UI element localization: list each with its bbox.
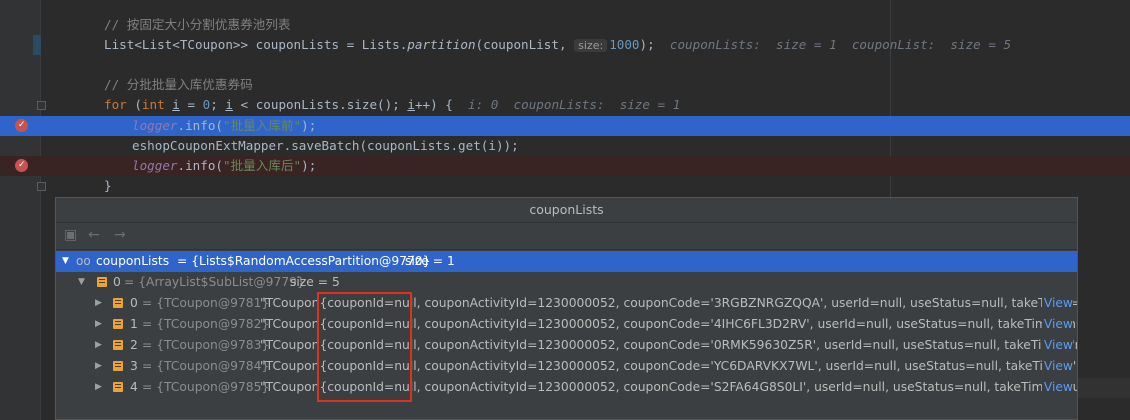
variable-name: couponLists [96, 254, 170, 268]
item-index: 3 [130, 359, 138, 373]
gutter-separator [40, 0, 41, 420]
item-ref: = {TCoupon@9784} [142, 359, 270, 373]
code-text: logger.info("批量入库前"); [132, 116, 316, 136]
field-logger: logger [132, 118, 178, 133]
keyword-int: int [141, 97, 165, 112]
code-line-comment-1[interactable]: // 按固定大小分割优惠券池列表 [0, 15, 1130, 35]
expand-arrow-icon[interactable]: ▼ [78, 272, 85, 293]
view-link[interactable]: View [1041, 314, 1073, 335]
inline-debug-value: i: 0 couponLists: size = 1 [468, 97, 681, 112]
item-ref: = {TCoupon@9783} [142, 338, 270, 352]
code-text: List<List<TCoupon>> couponLists = Lists.… [104, 35, 1011, 55]
tree-row-item[interactable]: ▶ 3 = {TCoupon@9784} "TCoupon{couponId=null… [56, 356, 1077, 377]
comment-text: // 按固定大小分割优惠券池列表 [104, 17, 291, 32]
object-icon [113, 340, 123, 350]
array-icon [97, 277, 107, 287]
item-index: 0 [130, 296, 138, 310]
collapse-arrow-icon[interactable]: ▶ [95, 356, 102, 377]
tree-row-child[interactable]: ▼ 0 = {ArrayList$SubList@9779} size = 5 [56, 272, 1077, 293]
breakpoint-icon[interactable]: ✓ [15, 159, 28, 172]
editor-background-strip [1078, 378, 1130, 398]
object-icon [113, 382, 123, 392]
variable-value: = {Lists$RandomAccessPartition@9770} [177, 254, 431, 268]
code-text: for (int i = 0; i < couponLists.size(); … [104, 95, 680, 115]
method-call: .info( [177, 118, 224, 133]
code-line-for[interactable]: for (int i = 0; i < couponLists.size(); … [0, 95, 1130, 115]
code-text: logger.info("批量入库后"); [132, 156, 316, 176]
child-size: size = 5 [290, 275, 340, 289]
view-link[interactable]: View [1041, 293, 1073, 314]
close-paren: ); [639, 37, 655, 52]
popup-title: couponLists [56, 198, 1077, 223]
type-declaration: List<List<TCoupon>> couponLists = Lists. [104, 37, 408, 52]
keyword-for: for [104, 97, 127, 112]
child-index: 0 [113, 275, 121, 289]
view-link[interactable]: View [1041, 335, 1073, 356]
item-ref: = {TCoupon@9782} [142, 317, 270, 331]
collapse-arrow-icon[interactable]: ▶ [95, 293, 102, 314]
variable-inspect-popup[interactable]: couponLists ▣ ← → ▼ oo couponLists = {Li… [55, 197, 1078, 420]
number-literal: 1000 [609, 37, 640, 52]
item-ref: = {TCoupon@9785} [142, 380, 270, 394]
increment: ++) { [414, 97, 453, 112]
watch-icon: oo [76, 254, 91, 268]
tree-row-item[interactable]: ▶ 0 = {TCoupon@9781} "TCoupon{couponId=null… [56, 293, 1077, 314]
statement-end: ); [301, 158, 317, 173]
var-i: i [225, 97, 233, 112]
view-link[interactable]: View [1041, 377, 1073, 398]
var-i: i [172, 97, 180, 112]
popup-toolbar: ▣ ← → [56, 223, 1077, 250]
comment-text: // 分批批量入库优惠券码 [104, 77, 253, 92]
code-line-save[interactable]: eshopCouponExtMapper.saveBatch(couponLis… [0, 136, 1130, 156]
string-literal: "批量入库后" [223, 158, 302, 173]
item-index: 4 [130, 380, 138, 394]
item-ref: = {TCoupon@9781} [142, 296, 270, 310]
statement-end: ); [301, 118, 317, 133]
inline-debug-value: couponLists: size = 1 couponList: size =… [669, 37, 1012, 52]
tree-row-root[interactable]: ▼ oo couponLists = {Lists$RandomAccessPa… [56, 251, 1077, 272]
code-line-logger-before[interactable]: logger.info("批量入库前"); [0, 116, 1130, 136]
expand-arrow-icon[interactable]: ▼ [62, 251, 69, 272]
code-line-partition[interactable]: List<List<TCoupon>> couponLists = Lists.… [0, 35, 1130, 55]
object-icon [113, 361, 123, 371]
equals: = [179, 97, 203, 112]
code-line-logger-after[interactable]: logger.info("批量入库后"); [0, 156, 1130, 176]
annotation-highlight-box [317, 292, 412, 402]
collapse-arrow-icon[interactable]: ▶ [95, 335, 102, 356]
field-logger: logger [132, 158, 178, 173]
object-icon [113, 298, 123, 308]
closing-brace: } [104, 178, 112, 193]
child-value: = {ArrayList$SubList@9779} [124, 275, 305, 289]
semicolon: ; [210, 97, 226, 112]
variable-size: size = 1 [405, 254, 455, 268]
string-literal: "批量入库前" [223, 118, 302, 133]
paren-open: ( [126, 97, 142, 112]
code-line-brace[interactable]: } [0, 176, 1130, 196]
copy-icon[interactable]: ▣ [64, 227, 77, 243]
code-text: eshopCouponExtMapper.saveBatch(couponLis… [132, 138, 519, 153]
code-line-comment-2[interactable]: // 分批批量入库优惠券码 [0, 75, 1130, 95]
tree-row-item[interactable]: ▶ 2 = {TCoupon@9783} "TCoupon{couponId=null… [56, 335, 1077, 356]
tree-row-item[interactable]: ▶ 4 = {TCoupon@9785} "TCoupon{couponId=null… [56, 377, 1077, 398]
editor-gutter[interactable] [0, 0, 40, 420]
item-index: 1 [130, 317, 138, 331]
item-index: 2 [130, 338, 138, 352]
args-text: (couponList, [475, 37, 567, 52]
back-arrow-icon[interactable]: ← [88, 227, 100, 243]
parameter-hint: size: [574, 39, 608, 52]
collapse-arrow-icon[interactable]: ▶ [95, 377, 102, 398]
forward-arrow-icon[interactable]: → [114, 227, 126, 243]
view-link[interactable]: View [1041, 356, 1073, 377]
var-i: i [407, 97, 415, 112]
object-icon [113, 319, 123, 329]
method-partition: partition [407, 37, 476, 52]
tree-row-item[interactable]: ▶ 1 = {TCoupon@9782} "TCoupon{couponId=null… [56, 314, 1077, 335]
method-call: .info( [177, 158, 224, 173]
breakpoint-icon[interactable]: ✓ [15, 119, 28, 132]
collapse-arrow-icon[interactable]: ▶ [95, 314, 102, 335]
condition: < couponLists.size(); [232, 97, 408, 112]
